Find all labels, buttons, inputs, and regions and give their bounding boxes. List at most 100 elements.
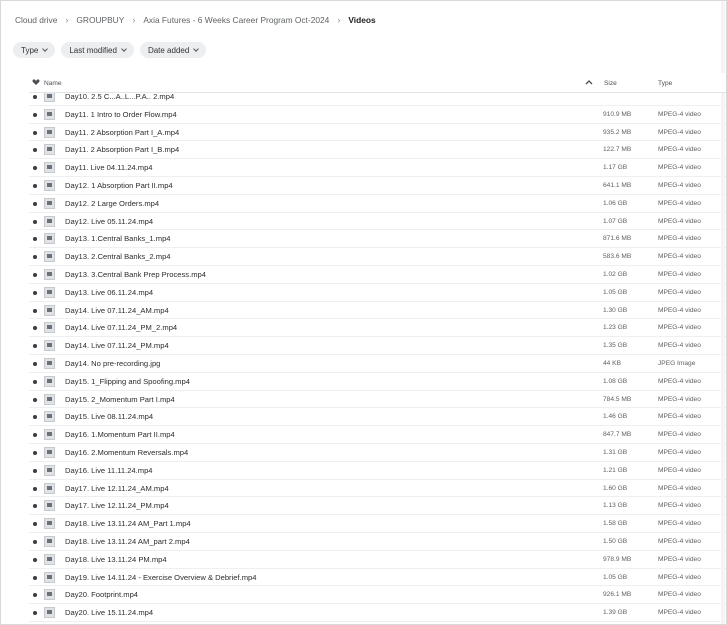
video-thumbnail-icon	[44, 340, 55, 352]
bullet-icon	[33, 379, 37, 384]
video-thumbnail-icon	[44, 429, 55, 441]
scrollbar[interactable]	[721, 1, 725, 624]
file-size: 1.21 GB	[603, 466, 628, 474]
file-name: Day20. Live 15.11.24.mp4	[65, 608, 154, 618]
file-name: Day11. Live 04.11.24.mp4	[65, 163, 153, 173]
video-thumbnail-icon	[44, 180, 55, 191]
file-size: 1.30 GB	[603, 306, 628, 314]
file-row[interactable]: Day17. Live 12.11.24_AM.mp4 1.60 GB MPEG-4…	[29, 480, 726, 498]
bullet-icon	[33, 184, 37, 188]
chevron-up-icon[interactable]	[585, 79, 593, 87]
chevron-down-icon	[121, 46, 127, 52]
column-header-size[interactable]: Size	[604, 80, 617, 87]
heart-icon[interactable]	[32, 78, 40, 88]
breadcrumb-groupbuy[interactable]: GROUPBUY	[76, 15, 124, 25]
file-row[interactable]: Day15. 1_Flipping and Spoofing.mp4 1.08 G…	[29, 373, 726, 391]
file-size: 44 KB	[603, 360, 621, 367]
video-thumbnail-icon	[44, 162, 55, 174]
bullet-icon	[33, 540, 37, 544]
file-row[interactable]: Day14. Live 07.11.24_PM_2.mp4 1.23 GB MPEG…	[29, 319, 726, 338]
file-row[interactable]: Day16. 2.Momentum Reversals.mp4 1.31 GB MP…	[29, 444, 726, 462]
file-row[interactable]: Day11. 1 Intro to Order Flow.mp4 910.9 MB…	[29, 106, 726, 124]
file-row[interactable]: Day11. 2 Absorption Part I_B.mp4 122.7 MB…	[29, 141, 726, 160]
file-name: Day10. 2.5 C...A..L...P.A.. 2.mp4	[65, 92, 175, 101]
file-row[interactable]: Day11. Live 04.11.24.mp4 1.17 GB MPEG-4 vi…	[29, 159, 726, 177]
file-row[interactable]: Day16. 1.Momentum Part II.mp4 847.7 MB MPE…	[29, 426, 726, 444]
bullet-icon	[33, 397, 37, 402]
chevron-down-icon	[193, 46, 200, 52]
breadcrumb-current-folder: Videos	[348, 15, 376, 25]
file-name: Day13. Live 06.11.24.mp4	[65, 287, 154, 297]
file-name: Day18. Live 13.11.24 PM.mp4	[65, 554, 167, 564]
file-size: 910.9 MB	[603, 110, 632, 118]
bullet-icon	[33, 486, 37, 491]
bullet-icon	[33, 557, 37, 562]
file-name: Day12. 2 Large Orders.mp4	[65, 198, 160, 208]
chevron-down-icon	[42, 46, 49, 52]
file-row[interactable]: Day14. No pre-recording.jpg 44 KB JPEG Ima…	[29, 355, 726, 373]
chevron-right-icon: ›	[132, 15, 136, 25]
file-row[interactable]: Day14. Live 07.11.24_AM.mp4 1.30 GB MPEG-4…	[29, 302, 726, 320]
file-row[interactable]: Day19. Live 14.11.24 - Exercise Overview…	[29, 569, 726, 587]
column-header-type[interactable]: Type	[658, 80, 672, 87]
bullet-icon	[33, 237, 37, 242]
bullet-icon	[33, 290, 37, 295]
bullet-icon	[33, 148, 37, 153]
type-filter-label: Type	[21, 45, 39, 55]
file-row[interactable]: Day17. Live 12.11.24_PM.mp4 1.13 GB MPEG-4…	[29, 497, 726, 516]
file-name: Day16. 2.Momentum Reversals.mp4	[65, 448, 189, 457]
video-thumbnail-icon	[44, 482, 55, 494]
file-row[interactable]: Day15. 2_Momentum Part I.mp4 784.5 MB MPEG…	[29, 391, 726, 409]
video-thumbnail-icon	[44, 464, 55, 476]
file-name: Day12. Live 05.11.24.mp4	[65, 216, 154, 226]
file-type: MPEG-4 video	[658, 235, 701, 243]
file-row[interactable]: Day18. Live 13.11.24 AM_part 2.mp4 1.50 G…	[29, 533, 726, 551]
file-row[interactable]: Day18. Live 13.11.24 AM_Part 1.mp4 1.58 G…	[29, 515, 726, 533]
file-row[interactable]: Day13. Live 06.11.24.mp4 1.05 GB MPEG-4 vi…	[29, 284, 726, 302]
file-size: 1.02 GB	[603, 271, 628, 278]
file-name: Day14. Live 07.11.24_PM_2.mp4	[65, 323, 178, 333]
file-row[interactable]: Day13. 3.Central Bank Prep Process.mp4 1.…	[29, 266, 726, 284]
file-row[interactable]: Day11. 2 Absorption Part I_A.mp4 935.2 MB…	[29, 124, 726, 142]
file-size: 871.6 MB	[603, 235, 632, 243]
date-added-filter-label: Date added	[147, 45, 190, 55]
video-thumbnail-icon	[44, 447, 55, 458]
file-name: Day18. Live 13.11.24 AM_Part 1.mp4	[65, 519, 191, 529]
file-size: 1.08 GB	[603, 377, 628, 385]
video-thumbnail-icon	[44, 144, 55, 156]
file-row[interactable]: Day12. 2 Large Orders.mp4 1.06 GB MPEG-4 v…	[29, 195, 726, 213]
video-thumbnail-icon	[44, 358, 55, 369]
file-row[interactable]: Day15. Live 08.11.24.mp4 1.46 GB MPEG-4 vi…	[29, 408, 726, 427]
file-type: MPEG-4 video	[658, 324, 701, 332]
last-modified-filter-button[interactable]: Last modified	[61, 42, 134, 58]
date-added-filter-button[interactable]: Date added	[139, 42, 207, 58]
chevron-right-icon: ›	[65, 15, 69, 25]
file-row[interactable]: Day13. 2.Central Banks_2.mp4 583.6 MB MPEG…	[29, 248, 726, 266]
file-size: 583.6 MB	[603, 253, 632, 261]
file-type: MPEG-4 video	[658, 146, 701, 154]
file-type: MPEG-4 video	[658, 182, 701, 189]
file-row[interactable]: Day16. Live 11.11.24.mp4 1.21 GB MPEG-4 vi…	[29, 462, 726, 480]
file-row[interactable]: Day18. Live 13.11.24 PM.mp4 978.9 MB MPEG-…	[29, 551, 726, 569]
file-row[interactable]: Day12. 1 Absorption Part II.mp4 641.1 MB M…	[29, 177, 726, 195]
file-size: 1.07 GB	[603, 217, 628, 225]
file-size: 641.1 MB	[603, 182, 632, 189]
bullet-icon	[33, 219, 37, 224]
video-thumbnail-icon	[44, 589, 55, 601]
file-row[interactable]: Day20. Footprint.mp4 926.1 MB MPEG-4 video	[29, 586, 726, 605]
breadcrumb-program-folder[interactable]: Axia Futures - 6 Weeks Career Program Oc…	[143, 15, 329, 25]
file-type: MPEG-4 video	[658, 484, 701, 492]
file-type: MPEG-4 video	[658, 199, 701, 207]
breadcrumb-cloud-drive[interactable]: Cloud drive	[15, 15, 57, 25]
file-type: JPEG Image	[658, 360, 696, 367]
file-size: 122.7 MB	[603, 146, 632, 154]
file-row[interactable]: Day20. Live 15.11.24.mp4 1.39 GB MPEG-4 vi…	[29, 604, 726, 622]
file-type: MPEG-4 video	[658, 395, 701, 403]
column-header-name[interactable]: Name	[44, 80, 62, 87]
file-row[interactable]: Day14. Live 07.11.24_PM.mp4 1.35 GB MPEG-4…	[29, 337, 726, 355]
file-row[interactable]: Day12. Live 05.11.24.mp4 1.07 GB MPEG-4 vi…	[29, 213, 726, 231]
file-name: Day15. 1_Flipping and Spoofing.mp4	[65, 376, 190, 386]
file-row[interactable]: Day13. 1.Central Banks_1.mp4 871.6 MB MPEG…	[29, 230, 726, 249]
file-size: 1.50 GB	[603, 538, 628, 545]
type-filter-button[interactable]: Type	[13, 42, 56, 58]
